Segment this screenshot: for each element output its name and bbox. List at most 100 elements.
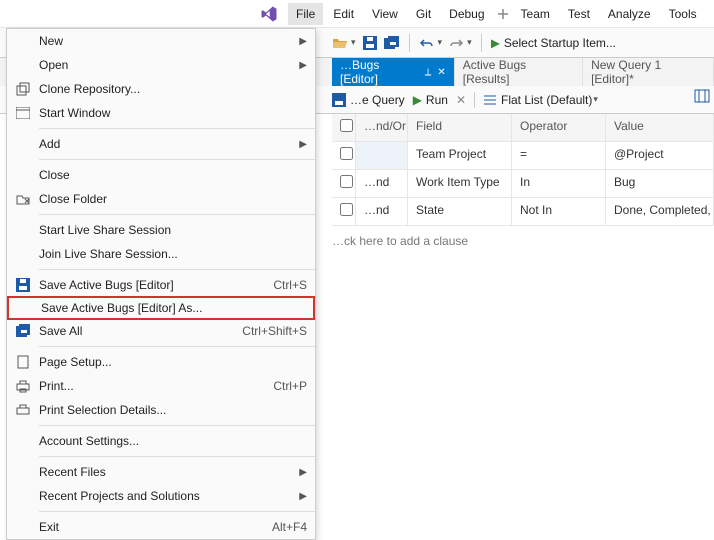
menu-team[interactable]: Team (513, 3, 558, 25)
checkbox[interactable] (340, 203, 353, 216)
cell-check[interactable] (332, 142, 356, 169)
run-button[interactable]: ▶ Run (413, 93, 448, 107)
menu-recent-projects[interactable]: Recent Projects and Solutions▶ (7, 484, 315, 508)
cell-andor[interactable]: …nd (356, 198, 408, 225)
save-all-icon (13, 323, 33, 339)
menu-git[interactable]: Git (408, 3, 439, 25)
menu-close[interactable]: Close (7, 163, 315, 187)
startup-selector[interactable]: ▶ Select Startup Item... (491, 36, 616, 50)
save-icon (332, 93, 346, 107)
save-all-icon[interactable] (384, 35, 400, 51)
cell-field[interactable]: Team Project (408, 142, 512, 169)
dropdown-icon[interactable]: ▾ (467, 37, 472, 48)
menu-open[interactable]: Open▶ (7, 53, 315, 77)
submenu-arrow-icon: ▶ (299, 60, 307, 71)
checkbox[interactable] (340, 147, 353, 160)
menu-page-setup[interactable]: Page Setup... (7, 350, 315, 374)
menu-tools[interactable]: Tools (661, 3, 705, 25)
grid-row[interactable]: …nd Work Item Type In Bug (332, 170, 714, 198)
menu-print-selection[interactable]: Print Selection Details... (7, 398, 315, 422)
menu-test[interactable]: Test (560, 3, 598, 25)
menu-exit[interactable]: ExitAlt+F4 (7, 515, 315, 539)
cell-operator[interactable]: Not In (512, 198, 606, 225)
save-query-button[interactable]: …e Query (332, 93, 405, 107)
tab-active-bugs-results[interactable]: Active Bugs [Results] (455, 58, 583, 86)
cell-value[interactable]: Done, Completed, (606, 198, 714, 225)
menu-save[interactable]: Save Active Bugs [Editor]Ctrl+S (7, 273, 315, 297)
menu-recent-files[interactable]: Recent Files▶ (7, 460, 315, 484)
cell-check[interactable] (332, 170, 356, 197)
separator (39, 425, 315, 426)
save-icon[interactable] (362, 35, 378, 51)
menu-new[interactable]: New▶ (7, 29, 315, 53)
query-grid: …nd/Or Field Operator Value Team Project… (332, 114, 714, 248)
tab-label: …Bugs [Editor] (340, 58, 419, 86)
play-icon: ▶ (491, 36, 500, 50)
folder-x-icon (13, 191, 33, 207)
menu-add[interactable]: Add▶ (7, 132, 315, 156)
menu-close-folder[interactable]: Close Folder (7, 187, 315, 211)
menu-start-live-share[interactable]: Start Live Share Session (7, 218, 315, 242)
menu-file[interactable]: File (288, 3, 323, 25)
menu-account-settings[interactable]: Account Settings... (7, 429, 315, 453)
add-clause-hint[interactable]: …ck here to add a clause (332, 226, 714, 248)
open-icon[interactable] (332, 35, 348, 51)
menu-view[interactable]: View (364, 3, 406, 25)
print-icon (13, 402, 33, 418)
separator (39, 159, 315, 160)
print-icon (13, 378, 33, 394)
undo-icon[interactable] (419, 35, 435, 51)
close-icon[interactable]: ✕ (456, 93, 466, 107)
col-andor[interactable]: …nd/Or (356, 114, 408, 141)
menu-analyze[interactable]: Analyze (600, 3, 659, 25)
cell-operator[interactable]: = (512, 142, 606, 169)
dropdown-icon[interactable]: ▾ (438, 37, 443, 48)
col-value[interactable]: Value (606, 114, 714, 141)
col-field[interactable]: Field (408, 114, 512, 141)
menu-save-as[interactable]: Save Active Bugs [Editor] As... (7, 296, 315, 320)
col-check[interactable] (332, 114, 356, 141)
dropdown-icon[interactable]: ▾ (351, 37, 356, 48)
tab-label: Active Bugs [Results] (463, 58, 574, 86)
add-icon[interactable] (495, 6, 511, 22)
separator (481, 34, 482, 52)
menu-save-all[interactable]: Save AllCtrl+Shift+S (7, 319, 315, 343)
tab-active-bugs-editor[interactable]: …Bugs [Editor] ⟂ ✕ (332, 58, 455, 86)
pin-icon[interactable]: ⟂ (425, 67, 432, 78)
page-setup-icon (13, 354, 33, 370)
window-icon (13, 105, 33, 121)
cell-check[interactable] (332, 198, 356, 225)
separator (39, 346, 315, 347)
menu-clone-repo[interactable]: Clone Repository... (7, 77, 315, 101)
columns-icon[interactable] (694, 88, 710, 104)
view-mode-select[interactable]: Flat List (Default) ▾ (483, 93, 598, 107)
run-label: Run (426, 93, 448, 107)
submenu-arrow-icon: ▶ (299, 491, 307, 502)
cell-value[interactable]: Bug (606, 170, 714, 197)
separator (39, 511, 315, 512)
cell-operator[interactable]: In (512, 170, 606, 197)
menu-debug[interactable]: Debug (441, 3, 492, 25)
menu-edit[interactable]: Edit (325, 3, 362, 25)
startup-label: Select Startup Item... (504, 36, 616, 50)
close-icon[interactable]: ✕ (437, 67, 445, 78)
menu-start-window[interactable]: Start Window (7, 101, 315, 125)
cell-field[interactable]: Work Item Type (408, 170, 512, 197)
separator (409, 34, 410, 52)
play-icon: ▶ (413, 93, 422, 107)
checkbox[interactable] (340, 175, 353, 188)
grid-row[interactable]: Team Project = @Project (332, 142, 714, 170)
col-operator[interactable]: Operator (512, 114, 606, 141)
cell-value[interactable]: @Project (606, 142, 714, 169)
menu-join-live-share[interactable]: Join Live Share Session... (7, 242, 315, 266)
separator (39, 269, 315, 270)
menu-print[interactable]: Print...Ctrl+P (7, 374, 315, 398)
tab-new-query[interactable]: New Query 1 [Editor]* (583, 58, 714, 86)
list-icon (483, 94, 497, 106)
grid-row[interactable]: …nd State Not In Done, Completed, (332, 198, 714, 226)
cell-andor[interactable] (356, 142, 408, 169)
cell-andor[interactable]: …nd (356, 170, 408, 197)
checkbox[interactable] (340, 119, 353, 132)
redo-icon[interactable] (448, 35, 464, 51)
cell-field[interactable]: State (408, 198, 512, 225)
